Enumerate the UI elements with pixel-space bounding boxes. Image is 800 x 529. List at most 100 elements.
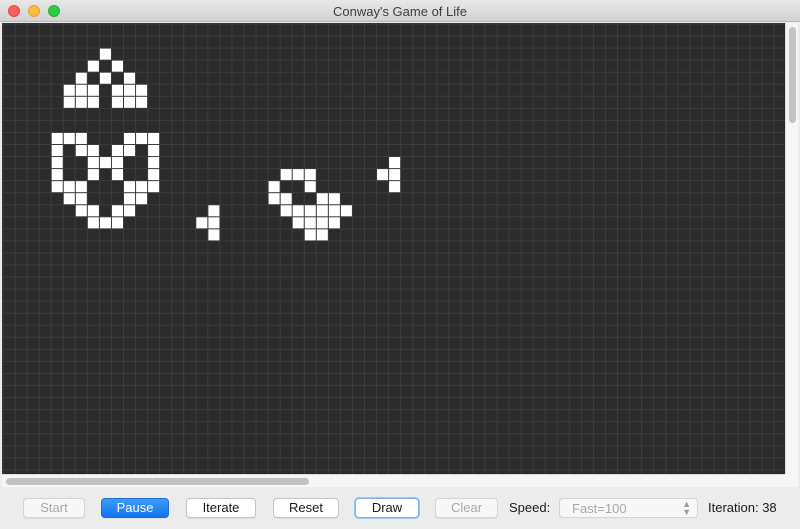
live-cell[interactable] — [304, 169, 316, 181]
live-cell[interactable] — [87, 217, 99, 229]
live-cell[interactable] — [340, 205, 352, 217]
live-cell[interactable] — [304, 229, 316, 241]
pause-button[interactable]: Pause — [101, 498, 169, 518]
live-cell[interactable] — [148, 132, 160, 144]
speed-select-value: Fast=100 — [572, 501, 627, 516]
live-cell[interactable] — [124, 96, 136, 108]
live-cell[interactable] — [148, 145, 160, 157]
live-cell[interactable] — [63, 181, 75, 193]
live-cell[interactable] — [51, 181, 63, 193]
live-cell[interactable] — [63, 132, 75, 144]
horizontal-scroll-thumb[interactable] — [6, 478, 309, 485]
live-cell[interactable] — [75, 205, 87, 217]
vertical-scroll-thumb[interactable] — [789, 27, 796, 123]
live-cell[interactable] — [280, 169, 292, 181]
live-cell[interactable] — [75, 96, 87, 108]
live-cell[interactable] — [316, 229, 328, 241]
live-cell[interactable] — [87, 84, 99, 96]
live-cell[interactable] — [124, 132, 136, 144]
live-cell[interactable] — [63, 84, 75, 96]
live-cell[interactable] — [304, 181, 316, 193]
live-cell[interactable] — [75, 84, 87, 96]
live-cell[interactable] — [111, 96, 123, 108]
live-cell[interactable] — [148, 169, 160, 181]
live-cell[interactable] — [99, 48, 111, 60]
live-cell[interactable] — [111, 157, 123, 169]
live-cell[interactable] — [304, 205, 316, 217]
live-cell[interactable] — [136, 181, 148, 193]
live-cell[interactable] — [316, 217, 328, 229]
live-cell[interactable] — [136, 132, 148, 144]
clear-button[interactable]: Clear — [435, 498, 498, 518]
live-cell[interactable] — [87, 205, 99, 217]
live-cell[interactable] — [124, 205, 136, 217]
live-cell[interactable] — [111, 217, 123, 229]
live-cell[interactable] — [328, 205, 340, 217]
cell-grid[interactable] — [2, 23, 785, 474]
live-cell[interactable] — [377, 169, 389, 181]
live-cell[interactable] — [111, 60, 123, 72]
updown-chevron-icon: ▲ ▼ — [682, 499, 691, 517]
reset-button[interactable]: Reset — [273, 498, 339, 518]
live-cell[interactable] — [111, 205, 123, 217]
live-cell[interactable] — [87, 157, 99, 169]
live-cell[interactable] — [75, 132, 87, 144]
live-cell[interactable] — [316, 205, 328, 217]
live-cell[interactable] — [328, 193, 340, 205]
live-cell[interactable] — [136, 193, 148, 205]
live-cell[interactable] — [111, 145, 123, 157]
live-cell[interactable] — [292, 169, 304, 181]
live-cell[interactable] — [196, 217, 208, 229]
live-cell[interactable] — [136, 84, 148, 96]
live-cell[interactable] — [99, 217, 111, 229]
live-cell[interactable] — [208, 229, 220, 241]
iterate-button[interactable]: Iterate — [186, 498, 256, 518]
draw-button[interactable]: Draw — [355, 498, 419, 518]
live-cell[interactable] — [389, 181, 401, 193]
live-cell[interactable] — [87, 60, 99, 72]
live-cell[interactable] — [124, 145, 136, 157]
live-cell[interactable] — [99, 72, 111, 84]
live-cell[interactable] — [208, 217, 220, 229]
live-cell[interactable] — [292, 217, 304, 229]
live-cell[interactable] — [75, 193, 87, 205]
live-cell[interactable] — [63, 96, 75, 108]
live-cell[interactable] — [316, 193, 328, 205]
live-cell[interactable] — [99, 157, 111, 169]
live-cell[interactable] — [280, 205, 292, 217]
live-cell[interactable] — [208, 205, 220, 217]
speed-select[interactable]: Fast=100 ▲ ▼ — [559, 498, 698, 518]
live-cell[interactable] — [389, 169, 401, 181]
live-cell[interactable] — [328, 217, 340, 229]
live-cell[interactable] — [87, 96, 99, 108]
live-cell[interactable] — [75, 145, 87, 157]
live-cell[interactable] — [268, 193, 280, 205]
live-cell[interactable] — [124, 72, 136, 84]
live-cell[interactable] — [304, 217, 316, 229]
live-cell[interactable] — [51, 169, 63, 181]
life-board[interactable] — [2, 23, 785, 474]
live-cell[interactable] — [148, 157, 160, 169]
live-cell[interactable] — [124, 84, 136, 96]
live-cell[interactable] — [87, 145, 99, 157]
live-cell[interactable] — [51, 132, 63, 144]
live-cell[interactable] — [268, 181, 280, 193]
live-cell[interactable] — [148, 181, 160, 193]
live-cell[interactable] — [75, 181, 87, 193]
live-cell[interactable] — [124, 193, 136, 205]
horizontal-scrollbar[interactable] — [2, 474, 785, 487]
live-cell[interactable] — [51, 157, 63, 169]
start-button[interactable]: Start — [23, 498, 85, 518]
live-cell[interactable] — [63, 193, 75, 205]
vertical-scrollbar[interactable] — [785, 23, 798, 474]
live-cell[interactable] — [51, 145, 63, 157]
live-cell[interactable] — [280, 193, 292, 205]
live-cell[interactable] — [87, 169, 99, 181]
live-cell[interactable] — [389, 157, 401, 169]
live-cell[interactable] — [111, 169, 123, 181]
live-cell[interactable] — [124, 181, 136, 193]
live-cell[interactable] — [292, 205, 304, 217]
live-cell[interactable] — [111, 84, 123, 96]
live-cell[interactable] — [136, 96, 148, 108]
live-cell[interactable] — [75, 72, 87, 84]
